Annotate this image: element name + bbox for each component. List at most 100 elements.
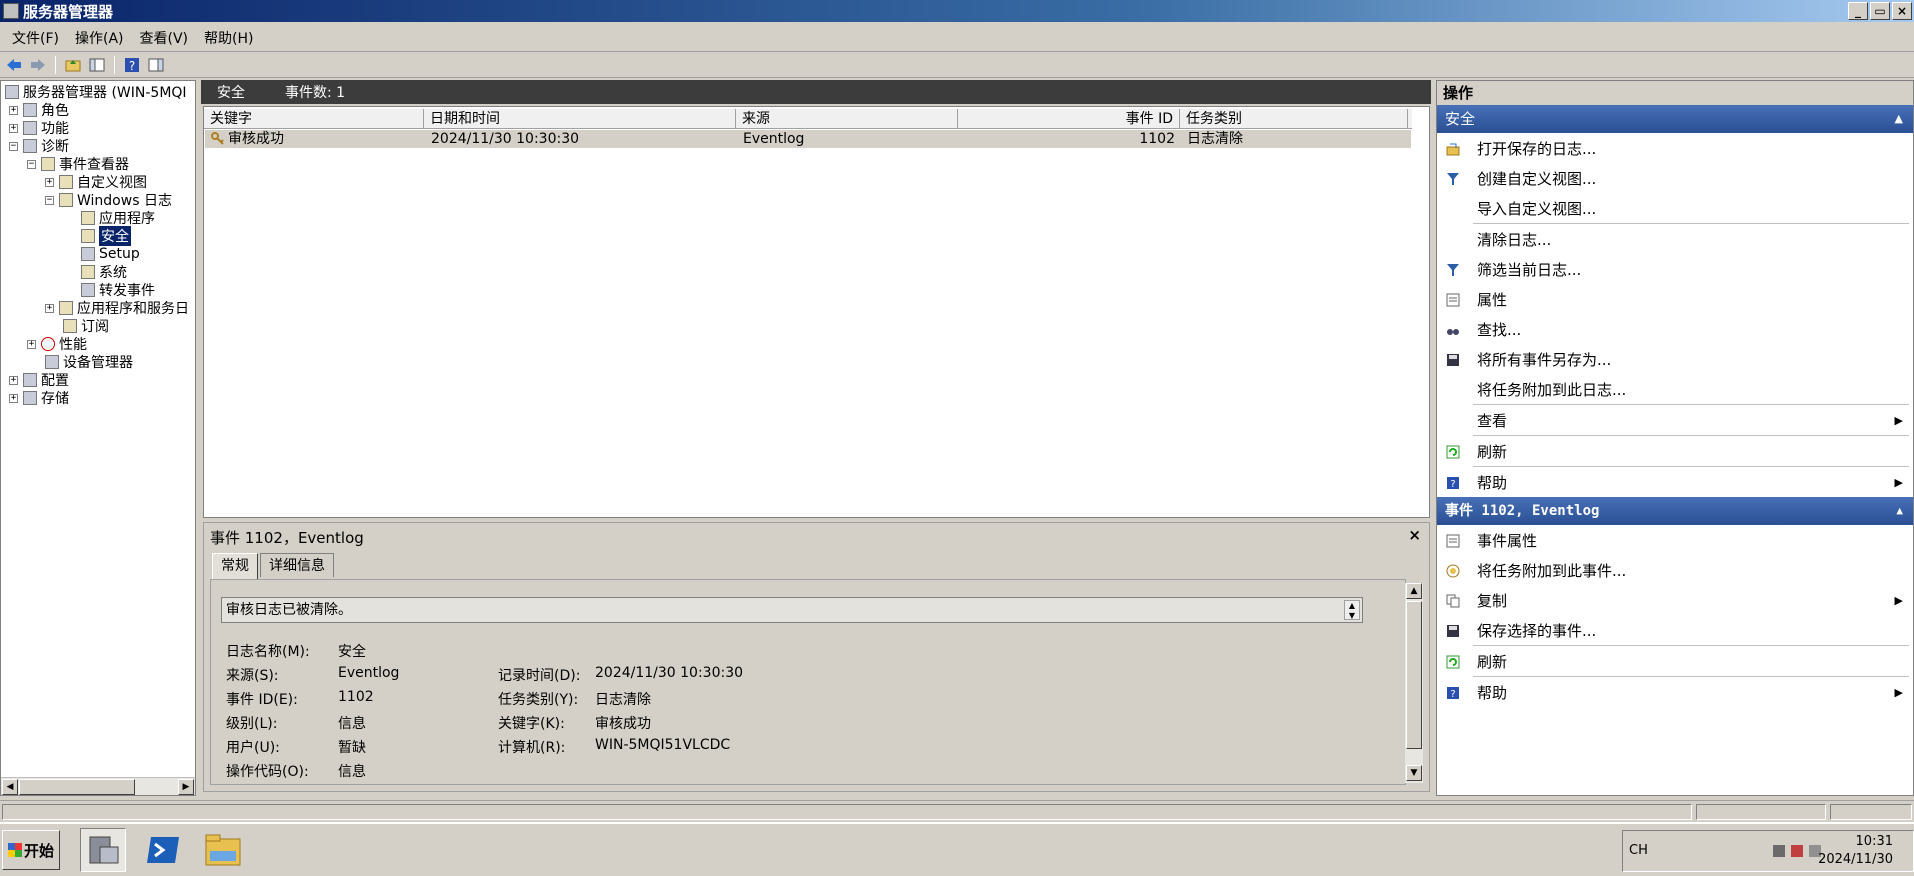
show-hide-action-pane-icon[interactable] [146, 55, 166, 75]
tree-item-system[interactable]: 系统 [81, 263, 127, 281]
powershell-icon[interactable] [140, 828, 186, 872]
tree-item-performance[interactable]: + 性能 [27, 335, 87, 353]
menu-action[interactable]: 操作(A) [67, 28, 132, 48]
action-item[interactable]: 导入自定义视图... [1437, 193, 1913, 223]
up-folder-icon[interactable] [63, 55, 83, 75]
tree-item-storage[interactable]: + 存储 [9, 389, 69, 407]
action-item[interactable]: 创建自定义视图... [1437, 163, 1913, 193]
message-scroll-spinner[interactable]: ▲ ▼ [1344, 600, 1360, 620]
menu-help[interactable]: 帮助(H) [196, 28, 261, 48]
event-count: 事件数: 1 [285, 85, 346, 101]
expand-icon[interactable]: + [9, 105, 18, 115]
help-icon[interactable]: ? [122, 55, 142, 75]
table-row[interactable]: 审核成功 2024/11/30 10:30:30 Eventlog 1102 日… [205, 130, 1411, 148]
preview-vertical-scrollbar[interactable]: ▲ ▼ [1405, 583, 1423, 783]
scroll-right-icon[interactable]: ▶ [178, 779, 194, 795]
tree-item-security[interactable]: 安全 [81, 226, 131, 246]
forward-icon[interactable] [28, 55, 48, 75]
scroll-left-icon[interactable]: ◀ [2, 779, 18, 795]
scroll-down-icon[interactable]: ▼ [1406, 765, 1422, 781]
collapse-icon[interactable]: ▲ [1895, 105, 1903, 133]
column-task-category[interactable]: 任务类别 [1180, 109, 1408, 129]
ime-indicator[interactable]: CH [1629, 843, 1648, 858]
close-button[interactable]: × [1892, 2, 1912, 20]
alert-icon[interactable] [1791, 845, 1803, 857]
expand-icon[interactable]: + [45, 177, 54, 187]
preview-close-icon[interactable]: × [1408, 526, 1421, 544]
menu-file[interactable]: 文件(F) [4, 28, 67, 48]
action-item[interactable]: 保存选择的事件... [1437, 615, 1913, 645]
explorer-icon[interactable] [200, 828, 246, 872]
action-item-label: 属性 [1477, 290, 1508, 309]
action-item[interactable]: 将任务附加到此事件... [1437, 555, 1913, 585]
show-hide-tree-icon[interactable] [87, 55, 107, 75]
tree-item-event-viewer[interactable]: − 事件查看器 [27, 155, 129, 173]
tree-item-forwarded-events[interactable]: 转发事件 [81, 281, 155, 299]
expand-icon[interactable]: + [45, 303, 54, 313]
tree-item-device-manager[interactable]: 设备管理器 [45, 353, 133, 371]
scroll-up-icon[interactable]: ▲ [1406, 583, 1422, 599]
event-message-box[interactable]: 审核日志已被清除。 ▲ ▼ [221, 597, 1363, 623]
computer-value: WIN-5MQI51VLCDC [595, 737, 731, 753]
action-item[interactable]: 属性 [1437, 284, 1913, 314]
tree-item-subscriptions[interactable]: 订阅 [63, 317, 109, 335]
action-item[interactable]: ? 帮助 ▶ [1437, 677, 1913, 707]
action-item[interactable]: 事件属性 [1437, 525, 1913, 555]
action-item[interactable]: 复制 ▶ [1437, 585, 1913, 615]
expand-icon[interactable]: + [9, 375, 18, 385]
maximize-button[interactable]: ▭ [1870, 2, 1890, 20]
scroll-thumb[interactable] [1406, 601, 1422, 749]
tree-item-custom-views[interactable]: + 自定义视图 [45, 173, 147, 191]
collapse-icon[interactable]: ▲ [1896, 497, 1903, 525]
tree-item-setup[interactable]: Setup [81, 245, 140, 263]
tree-item-diagnostics[interactable]: − 诊断 [9, 137, 69, 155]
action-item[interactable]: 将任务附加到此日志... [1437, 374, 1913, 404]
tree-item-windows-logs[interactable]: − Windows 日志 [45, 191, 172, 209]
tree-item-application[interactable]: 应用程序 [81, 209, 155, 227]
collapse-icon[interactable]: − [27, 159, 36, 169]
column-source[interactable]: 来源 [736, 109, 958, 129]
action-item[interactable]: 刷新 [1437, 436, 1913, 466]
clock[interactable]: 10:31 2024/11/30 [1818, 833, 1893, 869]
blank-icon [1445, 413, 1459, 427]
collapse-icon[interactable]: − [45, 195, 54, 205]
start-button[interactable]: 开始 [2, 830, 60, 870]
log-icon [81, 283, 95, 297]
expand-icon[interactable]: + [27, 339, 36, 349]
keyword-text: 审核成功 [228, 131, 284, 147]
back-icon[interactable] [4, 55, 24, 75]
tree-item-features[interactable]: + 功能 [9, 119, 69, 137]
action-item[interactable]: ? 帮助 ▶ [1437, 467, 1913, 497]
scroll-thumb[interactable] [19, 779, 135, 795]
action-item[interactable]: 刷新 [1437, 646, 1913, 676]
tree-item-apps-services-logs[interactable]: + 应用程序和服务日 [45, 299, 189, 317]
action-item[interactable]: 打开保存的日志... [1437, 133, 1913, 163]
action-item[interactable]: 查看 ▶ [1437, 405, 1913, 435]
source-value: Eventlog [338, 665, 400, 681]
column-event-id[interactable]: 事件 ID [958, 109, 1180, 129]
minimize-button[interactable]: _ [1848, 2, 1868, 20]
action-item[interactable]: 将所有事件另存为... [1437, 344, 1913, 374]
tree-item-configuration[interactable]: + 配置 [9, 371, 69, 389]
menu-view[interactable]: 查看(V) [132, 28, 197, 48]
action-item[interactable]: 清除日志... [1437, 224, 1913, 254]
expand-icon[interactable]: + [9, 393, 18, 403]
action-item[interactable]: 筛选当前日志... [1437, 254, 1913, 284]
tree-item-roles[interactable]: + 角色 [9, 101, 69, 119]
actions-pane: 操作 安全 ▲ 打开保存的日志... 创建自定义视图... 导入自定义视图... 清除… [1436, 80, 1914, 796]
blank-icon [1445, 232, 1459, 246]
tree-horizontal-scrollbar[interactable]: ◀ ▶ [1, 777, 195, 795]
tab-general[interactable]: 常规 [212, 553, 258, 581]
task-category-label: 任务类别(Y): [498, 692, 579, 708]
actions-section-log[interactable]: 安全 ▲ [1437, 105, 1913, 133]
tab-details[interactable]: 详细信息 [260, 553, 334, 577]
collapse-icon[interactable]: − [9, 141, 18, 151]
tree-item-server-manager[interactable]: 服务器管理器 (WIN-5MQI [5, 83, 187, 101]
server-manager-icon[interactable] [80, 828, 126, 872]
actions-section-event[interactable]: 事件 1102, Eventlog ▲ [1437, 497, 1913, 525]
action-item[interactable]: 查找... [1437, 314, 1913, 344]
column-datetime[interactable]: 日期和时间 [424, 109, 736, 129]
expand-icon[interactable]: + [9, 123, 18, 133]
column-keyword[interactable]: 关键字 [204, 109, 424, 129]
network-icon[interactable] [1773, 845, 1785, 857]
